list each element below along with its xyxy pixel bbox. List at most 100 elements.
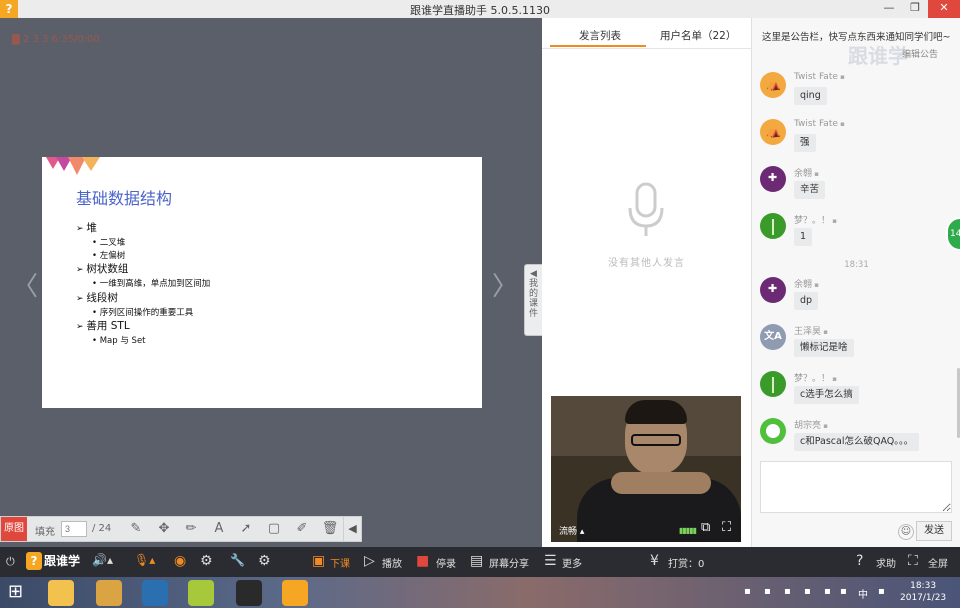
chat-message-text: 1	[794, 228, 813, 246]
fullscreen-button[interactable]: 全屏	[928, 555, 948, 570]
text-icon[interactable]: A	[210, 520, 228, 538]
chat-username: Twist Fate	[794, 119, 845, 129]
play-button[interactable]: 播放	[382, 555, 402, 570]
courseware-stage: ▇ 2 3 3 6:35/0:00 〈 〉 基础数据结构 堆二叉堆左偏树树状数组…	[0, 18, 542, 515]
original-image-button[interactable]: 原图	[1, 517, 27, 541]
chat-username: 余翱	[794, 166, 819, 179]
chat-time-divider: 18:31	[844, 260, 869, 270]
app-icon-steam[interactable]	[142, 580, 168, 606]
microphone-control-icon[interactable]: 🎙▴	[134, 553, 155, 567]
next-slide-button[interactable]: 〉	[492, 266, 518, 303]
ime-icon[interactable]: 中	[858, 586, 868, 601]
play-icon: ▷	[364, 553, 375, 569]
chat-message-text: c和Pascal怎么破QAQ。。。	[794, 433, 920, 451]
tray-icon[interactable]: ▪	[804, 586, 811, 597]
chat-username: 王泽昊	[794, 324, 828, 337]
stop-record-button[interactable]: 停录	[436, 555, 456, 570]
close-button[interactable]: ✕	[928, 0, 960, 18]
pen-icon[interactable]: ✎	[127, 520, 145, 538]
slide-sub-bullet: 二叉堆	[76, 237, 210, 250]
slide: 基础数据结构 堆二叉堆左偏树树状数组一维到高维，单点加到区间加线段树序列区间操作…	[42, 157, 482, 408]
teacher-video[interactable]: 流畅 ▴ ▮▮▮▮▮ ⧉ ⛶	[551, 396, 741, 542]
chat-input[interactable]	[760, 461, 952, 513]
user-avatar[interactable]	[760, 119, 786, 145]
active-tab-indicator	[550, 45, 646, 47]
volume-icon[interactable]: 🔊▴	[92, 553, 113, 567]
power-icon[interactable]: ⏻	[6, 555, 15, 569]
slide-bullet: 堆	[76, 221, 210, 237]
send-button[interactable]: 发送	[916, 521, 952, 541]
clock-date: 2017/1/23	[900, 593, 947, 603]
mixer-icon[interactable]: ⚙	[200, 553, 213, 569]
speech-panel: 发言列表 用户名单（22） 没有其他人发言 流畅 ▴ ▮▮▮▮▮ ⧉ ⛶	[542, 18, 751, 547]
tray-icon[interactable]: ▪	[764, 586, 771, 597]
system-clock[interactable]: 18:33 2017/1/23	[900, 580, 946, 604]
user-avatar[interactable]	[760, 371, 786, 397]
tray-icon[interactable]: ▪	[744, 586, 751, 597]
page-total: / 24	[92, 523, 112, 534]
chat-username: 梦？。！	[794, 213, 837, 226]
user-avatar[interactable]	[760, 72, 786, 98]
maximize-button[interactable]: ❐	[902, 0, 928, 18]
page-number-input[interactable]	[61, 521, 87, 537]
app-icon-music[interactable]	[188, 580, 214, 606]
trash-icon[interactable]: 🗑	[321, 520, 339, 538]
user-avatar[interactable]	[760, 213, 786, 239]
brand-logo: ? 跟谁学	[26, 552, 80, 570]
slide-decoration	[46, 157, 100, 175]
slide-bullet: 善用 STL	[76, 319, 210, 335]
app-icon-media[interactable]	[48, 580, 74, 606]
chat-message-text: dp	[794, 292, 819, 310]
tray-icon[interactable]: ▪	[784, 586, 791, 597]
app-icon-folder[interactable]	[96, 580, 122, 606]
pencil-icon[interactable]: ✏	[182, 520, 200, 538]
emoji-icon[interactable]: ☺	[898, 524, 914, 540]
collapse-toolbar-button[interactable]: ◀	[343, 517, 361, 541]
more-icon: ☰	[544, 553, 557, 569]
wrench-icon[interactable]: 🔧	[230, 553, 245, 567]
settings-icon[interactable]: ⚙	[258, 553, 271, 569]
app-icon-genshuixue[interactable]	[282, 580, 308, 606]
my-courseware-tab[interactable]: ◀ 我 的 课 件	[524, 264, 542, 336]
user-avatar[interactable]	[760, 277, 786, 303]
help-button[interactable]: 求助	[876, 555, 896, 570]
arrow-icon[interactable]: ➚	[237, 520, 255, 538]
slide-sub-bullet: Map 与 Set	[76, 335, 210, 348]
tip-count[interactable]: 打赏：0	[668, 555, 704, 570]
slide-bullet: 树状数组	[76, 262, 210, 278]
move-icon[interactable]: ✥	[155, 520, 173, 538]
eraser-icon[interactable]: ✐	[293, 520, 311, 538]
camera-icon[interactable]: ◉	[174, 553, 186, 569]
course-status: ▇ 2 3 3 6:35/0:00	[12, 34, 100, 45]
slide-sub-bullet: 左偏树	[76, 250, 210, 263]
empty-speech-text: 没有其他人发言	[608, 258, 685, 269]
watermark-logo: 跟谁学	[848, 44, 908, 68]
user-avatar[interactable]	[760, 166, 786, 192]
tab-user-list[interactable]: 用户名单（22）	[660, 28, 736, 43]
chat-message-text: 辛苦	[794, 181, 826, 199]
fullscreen-video-icon[interactable]: ⛶	[722, 520, 731, 535]
record-icon: ■	[416, 553, 430, 569]
class-end-button[interactable]: 下课	[330, 555, 350, 570]
windows-start-icon[interactable]: ⊞	[8, 581, 23, 602]
rectangle-icon[interactable]: ▢	[265, 520, 283, 538]
video-person-glasses	[631, 434, 681, 446]
slide-sub-bullet: 一维到高维，单点加到区间加	[76, 278, 211, 291]
app-icon-devcpp[interactable]	[236, 580, 262, 606]
user-avatar[interactable]	[760, 418, 786, 444]
video-quality-select[interactable]: 流畅 ▴	[559, 524, 584, 537]
edit-announcement-button[interactable]: 编辑公告	[902, 47, 938, 60]
tray-icon[interactable]: ▪	[824, 586, 831, 597]
tray-icon[interactable]: ▪	[840, 586, 847, 597]
tab-speech-list[interactable]: 发言列表	[579, 28, 621, 43]
microphone-icon	[628, 182, 664, 236]
fill-label[interactable]: 填充	[35, 523, 55, 538]
screen-share-button[interactable]: 屏幕分享	[489, 555, 529, 570]
minimize-button[interactable]: —	[876, 0, 902, 18]
user-avatar[interactable]: 文A	[760, 324, 786, 350]
popout-icon[interactable]: ⧉	[701, 520, 710, 535]
chat-message-text: qing	[794, 87, 827, 105]
prev-slide-button[interactable]: 〈	[12, 266, 38, 303]
tray-icon[interactable]: ▪	[878, 586, 885, 597]
more-button[interactable]: 更多	[562, 555, 582, 570]
